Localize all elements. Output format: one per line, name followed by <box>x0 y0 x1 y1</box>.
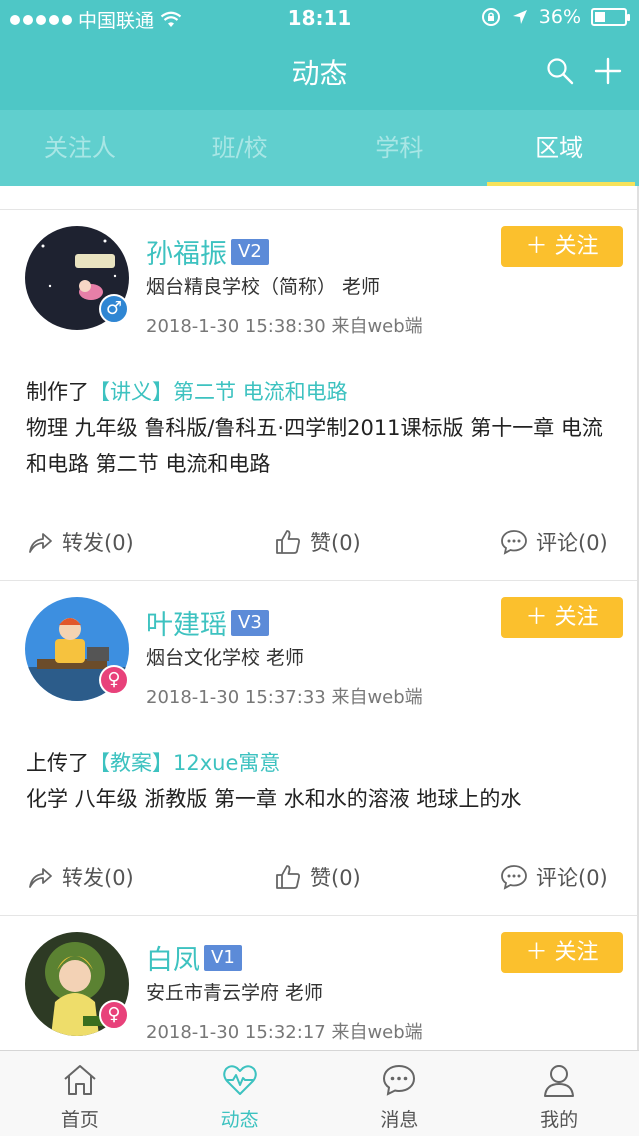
follow-label: 关注 <box>554 940 599 965</box>
bottom-tab-label: 我的 <box>540 1109 579 1131</box>
tab-followed[interactable]: 关注人 <box>0 110 160 186</box>
post-content: 上传了【教案】12xue寓意 化学 八年级 浙教版 第一章 水和水的溶液 地球上… <box>26 745 616 817</box>
follow-button[interactable]: ＋ 关注 <box>501 932 623 973</box>
post-time: 2018-1-30 15:38:30 来自web端 <box>146 316 423 337</box>
thumb-up-icon <box>276 530 300 554</box>
avatar[interactable]: ♀ <box>25 597 129 701</box>
bottom-tab-label: 动态 <box>220 1109 259 1131</box>
rotation-lock-icon <box>481 8 500 26</box>
tab-subject[interactable]: 学科 <box>320 110 480 186</box>
follow-button[interactable]: ＋ 关注 <box>501 597 623 638</box>
post-detail: 化学 八年级 浙教版 第一章 水和水的溶液 地球上的水 <box>26 787 522 811</box>
share-arrow-icon <box>29 868 52 888</box>
forward-count: 转发(0) <box>62 531 134 555</box>
like-count: 赞(0) <box>310 531 361 555</box>
pulse-heart-icon <box>222 1065 257 1095</box>
follow-label: 关注 <box>554 234 599 259</box>
feed-post: ♂ 孙福振 V2 烟台精良学校（简称） 老师 2018-1-30 15:38:3… <box>0 210 639 581</box>
author-name[interactable]: 孙福振 <box>146 232 227 271</box>
header: 中国联通 18:11 36% 动态 关注人 班/校 学科 区域 <box>0 0 639 186</box>
forward-button[interactable]: 转发(0) <box>26 862 134 892</box>
resource-link[interactable]: 【教案】12xue寓意 <box>89 751 280 775</box>
author-school: 烟台精良学校（简称） 老师 <box>146 276 381 298</box>
bottom-tab-profile[interactable]: 我的 <box>479 1051 639 1136</box>
page-title: 动态 <box>291 57 348 90</box>
battery-icon <box>591 8 630 26</box>
post-action: 制作了 <box>26 380 89 404</box>
author-row: 叶建瑶 V3 <box>146 603 269 642</box>
feed: ♂ 孙福振 V2 烟台精良学校（简称） 老师 2018-1-30 15:38:3… <box>0 186 639 1050</box>
level-badge: V2 <box>231 238 269 265</box>
feed-post: ♀ 叶建瑶 V3 烟台文化学校 老师 2018-1-30 15:37:33 来自… <box>0 581 639 916</box>
feed-post: ♀ 白凤 V1 安丘市青云学府 老师 2018-1-30 15:32:17 来自… <box>0 916 639 1050</box>
author-school: 安丘市青云学府 老师 <box>146 982 324 1004</box>
comment-button[interactable]: 评论(0) <box>500 527 608 557</box>
author-name[interactable]: 白凤 <box>146 938 200 977</box>
plus-icon: ＋ <box>525 940 548 965</box>
forward-count: 转发(0) <box>62 866 134 890</box>
post-time: 2018-1-30 15:37:33 来自web端 <box>146 687 423 708</box>
like-count: 赞(0) <box>310 866 361 890</box>
post-time: 2018-1-30 15:32:17 来自web端 <box>146 1022 423 1043</box>
post-detail: 物理 九年级 鲁科版/鲁科五·四学制2011课标版 第十一章 电流和电路 第二节… <box>26 416 603 476</box>
bottom-tab-home[interactable]: 首页 <box>0 1051 160 1136</box>
avatar[interactable]: ♂ <box>25 226 129 330</box>
female-gender-icon: ♀ <box>99 1000 129 1030</box>
bottom-tab-label: 首页 <box>60 1109 99 1131</box>
male-gender-icon: ♂ <box>99 294 129 324</box>
follow-label: 关注 <box>554 605 599 630</box>
message-bubble-icon <box>383 1064 416 1096</box>
resource-link[interactable]: 【讲义】第二节 电流和电路 <box>89 380 348 404</box>
post-actions: 转发(0) 赞(0) 评论(0) <box>0 527 639 567</box>
author-school: 烟台文化学校 老师 <box>146 647 305 669</box>
female-gender-icon: ♀ <box>99 665 129 695</box>
plus-icon: ＋ <box>525 234 548 259</box>
follow-button[interactable]: ＋ 关注 <box>501 226 623 267</box>
comment-button[interactable]: 评论(0) <box>500 862 608 892</box>
level-badge: V3 <box>231 609 269 636</box>
author-row: 孙福振 V2 <box>146 232 269 271</box>
comment-count: 评论(0) <box>536 866 608 890</box>
post-actions: 转发(0) 赞(0) 评论(0) <box>0 862 639 902</box>
feed-top-gap <box>0 186 639 210</box>
post-headline: 上传了【教案】12xue寓意 <box>26 745 616 781</box>
forward-button[interactable]: 转发(0) <box>26 527 134 557</box>
location-arrow-icon <box>512 10 527 24</box>
status-bar: 中国联通 18:11 36% <box>0 0 639 36</box>
avatar[interactable]: ♀ <box>25 932 129 1036</box>
plus-icon: ＋ <box>525 605 548 630</box>
like-button[interactable]: 赞(0) <box>274 862 361 892</box>
tab-bar: 关注人 班/校 学科 区域 <box>0 110 639 186</box>
person-icon <box>544 1065 575 1097</box>
tab-region[interactable]: 区域 <box>479 110 639 186</box>
level-badge: V1 <box>204 944 242 971</box>
bottom-tab-messages[interactable]: 消息 <box>320 1051 480 1136</box>
thumb-up-icon <box>276 865 300 889</box>
like-button[interactable]: 赞(0) <box>274 527 361 557</box>
post-content: 制作了【讲义】第二节 电流和电路 物理 九年级 鲁科版/鲁科五·四学制2011课… <box>26 374 616 482</box>
home-icon <box>64 1065 96 1095</box>
add-icon[interactable] <box>594 57 622 85</box>
share-arrow-icon <box>29 533 52 553</box>
battery-fill <box>595 12 606 22</box>
comment-count: 评论(0) <box>536 531 608 555</box>
tab-class-school[interactable]: 班/校 <box>160 110 320 186</box>
bottom-tab-bar: 首页 动态 消息 我的 <box>0 1050 639 1136</box>
post-action: 上传了 <box>26 751 89 775</box>
comment-bubble-icon <box>501 530 527 555</box>
author-row: 白凤 V1 <box>146 938 242 977</box>
author-name[interactable]: 叶建瑶 <box>146 603 227 642</box>
post-headline: 制作了【讲义】第二节 电流和电路 <box>26 374 616 410</box>
status-right: 36% <box>481 6 630 28</box>
battery-percent: 36% <box>538 6 581 28</box>
bottom-tab-feed[interactable]: 动态 <box>160 1051 320 1136</box>
search-icon[interactable] <box>546 57 574 85</box>
bottom-tab-label: 消息 <box>380 1109 419 1131</box>
comment-bubble-icon <box>501 865 527 890</box>
